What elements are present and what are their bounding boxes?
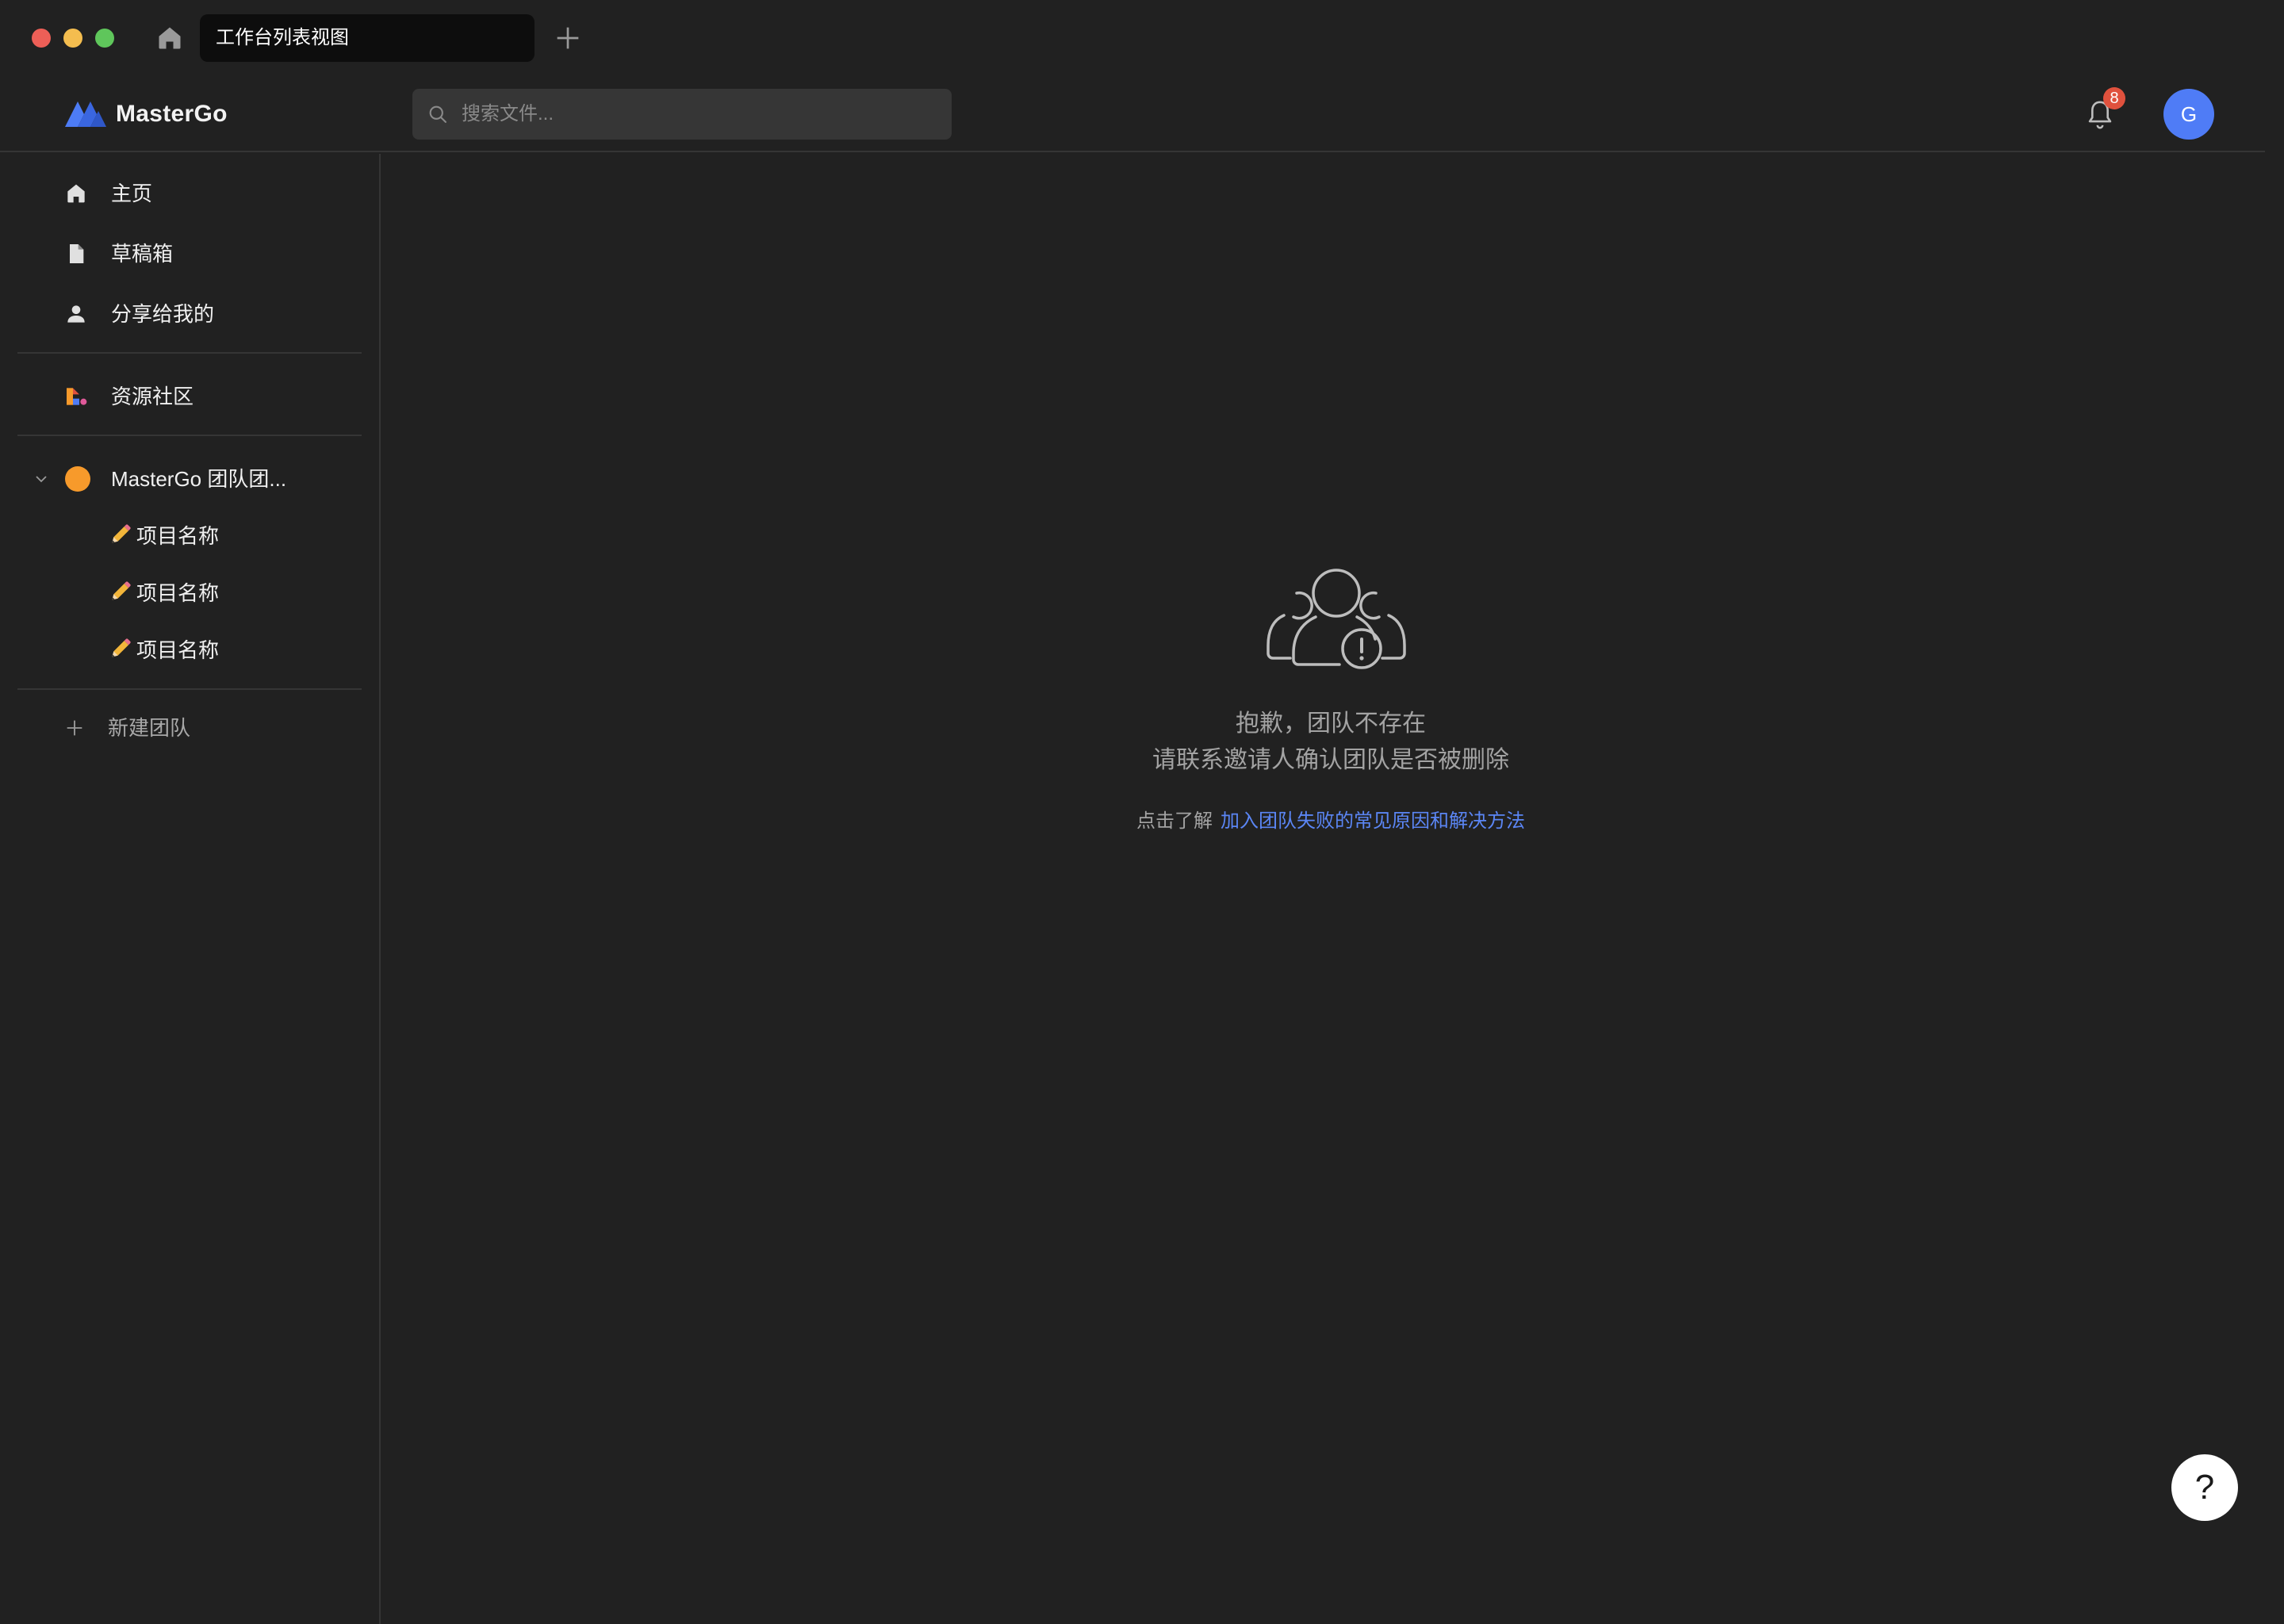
new-team-button[interactable]: 新建团队 (63, 706, 365, 750)
sidebar-project-item[interactable]: 项目名称 (108, 628, 346, 672)
home-icon (67, 184, 85, 203)
sidebar-divider (17, 352, 362, 354)
project-name: 项目名称 (136, 524, 220, 548)
user-icon (67, 305, 85, 323)
help-text-line: 点击了解 加入团队失败的常见原因和解决方法 (382, 807, 2279, 836)
top-header: MasterGo 8 G (0, 76, 2265, 152)
sidebar-item-label: 分享给我的 (111, 302, 215, 326)
empty-state-title: 抱歉，团队不存在 (1236, 710, 1426, 737)
community-icon (67, 388, 87, 405)
new-team-label: 新建团队 (108, 716, 191, 740)
notification-count-badge: 8 (2103, 87, 2125, 109)
sidebar-item-shared[interactable]: 分享给我的 (63, 290, 365, 338)
team-name: MasterGo 团队团... (111, 467, 287, 491)
title-bar: 工作台列表视图 (0, 0, 2284, 76)
sidebar-project-item[interactable]: 项目名称 (108, 571, 346, 615)
chevron-down-icon[interactable] (32, 469, 51, 488)
sidebar-divider (17, 435, 362, 436)
sidebar-divider (17, 688, 362, 690)
pencil-icon (112, 638, 131, 657)
app-window: 工作台列表视图 MasterGo 8 G (0, 0, 2284, 1624)
pencil-icon (112, 581, 131, 600)
window-close-button[interactable] (32, 29, 51, 48)
help-button[interactable]: ? (2171, 1454, 2238, 1521)
team-color-dot (65, 466, 90, 492)
sidebar-item-drafts[interactable]: 草稿箱 (63, 230, 365, 278)
mastergo-logo-icon[interactable] (63, 98, 108, 128)
sidebar-item-community[interactable]: 资源社区 (63, 373, 365, 420)
file-icon (70, 244, 84, 263)
sidebar-project-item[interactable]: 项目名称 (108, 514, 346, 558)
join-team-help-link[interactable]: 加入团队失败的常见原因和解决方法 (1221, 810, 1525, 832)
empty-state-subtitle: 请联系邀请人确认团队是否被删除 (1152, 747, 1509, 773)
plus-icon (67, 720, 82, 736)
tab-workbench-list[interactable]: 工作台列表视图 (200, 14, 535, 62)
main-content: 抱歉，团队不存在 请联系邀请人确认团队是否被删除 点击了解 加入团队失败的常见原因… (382, 154, 2265, 1624)
sidebar-item-label: 草稿箱 (111, 242, 174, 266)
window-maximize-button[interactable] (95, 29, 114, 48)
search-icon (429, 105, 446, 123)
search-bar[interactable] (412, 89, 952, 140)
team-warning-icon (1267, 569, 1406, 669)
sidebar-item-label: 主页 (111, 182, 153, 205)
sidebar-item-label: 资源社区 (111, 385, 194, 408)
pencil-icon (112, 524, 131, 543)
sidebar-team-item[interactable]: MasterGo 团队团... (32, 455, 365, 503)
brand-name: MasterGo (116, 101, 228, 127)
search-input[interactable] (462, 89, 937, 140)
sidebar: 主页 草稿箱 分享给我的 资源社区 MasterGo 团队团... 项目名称 项… (0, 154, 381, 1624)
project-name: 项目名称 (136, 638, 220, 662)
help-prefix-text: 点击了解 (1136, 810, 1213, 832)
new-tab-plus-icon[interactable] (552, 22, 584, 54)
window-minimize-button[interactable] (63, 29, 82, 48)
sidebar-item-home[interactable]: 主页 (63, 170, 365, 217)
project-name: 项目名称 (136, 581, 220, 605)
user-avatar[interactable]: G (2163, 89, 2214, 140)
home-tab-icon[interactable] (155, 24, 184, 52)
